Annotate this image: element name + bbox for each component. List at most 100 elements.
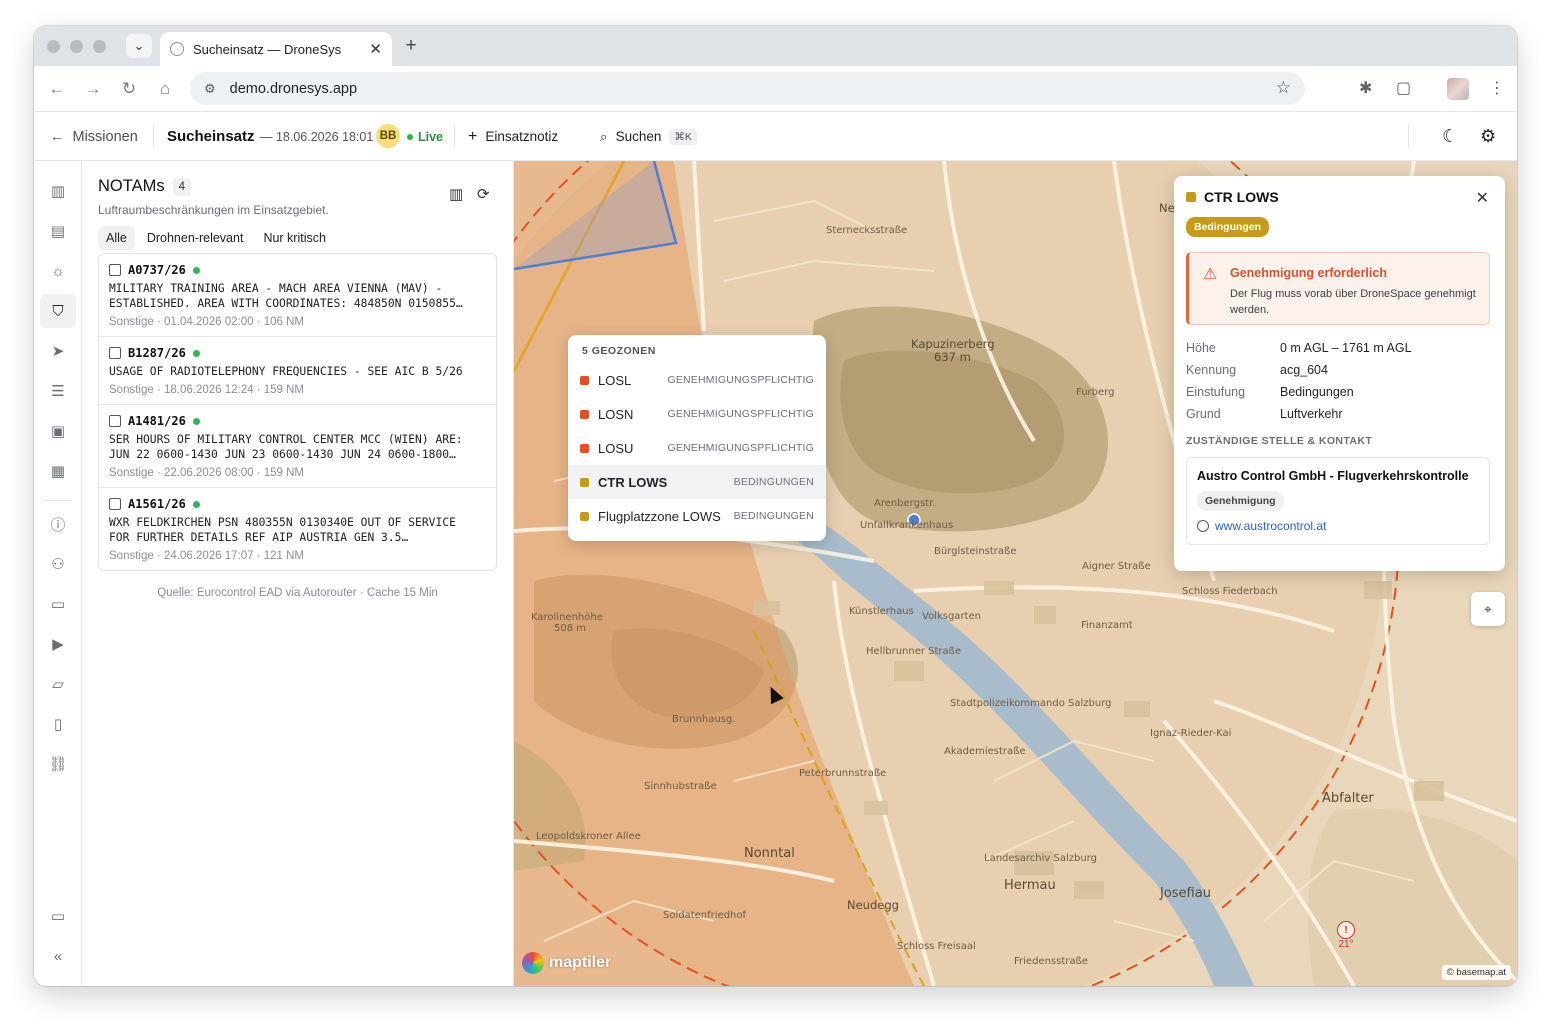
divider	[1408, 124, 1409, 148]
notam-item[interactable]: A0737/26 MILITARY TRAINING AREA - MACH A…	[99, 254, 496, 337]
filter-all[interactable]: Alle	[98, 226, 135, 250]
link-icon[interactable]: ⛓	[46, 752, 70, 776]
extension-icon[interactable]: ✱	[1359, 78, 1372, 98]
maptiler-icon	[522, 952, 544, 974]
notam-meta: Sonstige · 18.06.2026 12:24 · 159 NM	[109, 384, 304, 396]
geozone-item[interactable]: Flugplatzzone LOWS BEDINGUNGEN	[568, 499, 826, 533]
zone-title: CTR LOWS	[1204, 189, 1279, 205]
panel-title: NOTAMs 4	[98, 177, 192, 196]
users-icon[interactable]: ⚇	[46, 552, 70, 576]
map-label: Hellbrunner Straße	[866, 646, 962, 657]
refresh-icon[interactable]: ⟳	[477, 185, 490, 203]
notam-id: A1481/26	[128, 414, 186, 428]
map-icon[interactable]: ▥	[46, 179, 70, 203]
map-label: Josefiau	[1160, 886, 1211, 901]
notam-item[interactable]: A1481/26 SER HOURS OF MILITARY CONTROL C…	[99, 405, 496, 488]
property-row: Kennung acg_604	[1186, 359, 1412, 381]
map-view-icon[interactable]: ▥	[449, 185, 463, 203]
geozone-item[interactable]: LOSU GENEHMIGUNGSPFLICHTIG	[568, 431, 826, 465]
geozone-status: GENEHMIGUNGSPFLICHTIG	[667, 442, 814, 454]
star-icon[interactable]: ☆	[1276, 78, 1291, 98]
notam-list: A0737/26 MILITARY TRAINING AREA - MACH A…	[98, 253, 497, 571]
url-text: demo.dronesys.app	[229, 80, 358, 97]
location-icon: ⌖	[1484, 600, 1492, 617]
geozone-item[interactable]: CTR LOWS BEDINGUNGEN	[568, 465, 826, 499]
radio-icon[interactable]: ▤	[46, 219, 70, 243]
folder-icon[interactable]: ▱	[46, 672, 70, 696]
video-icon[interactable]: ▶	[46, 632, 70, 656]
maximize-window-button[interactable]	[93, 40, 106, 53]
website-link[interactable]: www.austrocontrol.at	[1197, 519, 1326, 533]
forward-icon[interactable]: →	[82, 78, 104, 100]
map-label: Künstlerhaus	[849, 606, 914, 617]
filter-drone-relevant[interactable]: Drohnen-relevant	[139, 226, 252, 250]
reload-icon[interactable]: ↻	[118, 78, 140, 100]
notam-item[interactable]: A1561/26 WXR FELDKIRCHEN PSN 480355N 013…	[99, 488, 496, 570]
back-to-missions-link[interactable]: ← Missionen	[50, 112, 138, 161]
geozone-item[interactable]: LOSN GENEHMIGUNGSPFLICHTIG	[568, 397, 826, 431]
map-label: Ignaz-Rieder-Kai	[1150, 728, 1232, 739]
send-icon[interactable]: ➤	[46, 339, 70, 363]
weather-icon[interactable]: ☼	[46, 259, 70, 283]
map-label: Akademiestraße	[944, 746, 1026, 757]
site-info-icon[interactable]: ⚙	[204, 81, 216, 97]
moon-icon[interactable]: ☾	[1442, 112, 1458, 161]
document-icon	[109, 415, 121, 427]
address-bar[interactable]: ⚙ demo.dronesys.app ☆	[190, 72, 1305, 105]
org-name: Austro Control GmbH - Flugverkehrskontro…	[1197, 469, 1469, 483]
tab-strip: ⌄ Sucheinsatz — DroneSys ✕ +	[34, 26, 1517, 66]
list-icon[interactable]: ☰	[46, 379, 70, 403]
card-title: CTR LOWS	[1186, 189, 1279, 205]
tab-title: Sucheinsatz — DroneSys	[193, 41, 342, 57]
map-label: Volksgarten	[922, 611, 981, 622]
zone-detail-card: CTR LOWS ✕ Bedingungen ⚠ Genehmigung erf…	[1174, 176, 1505, 571]
map-label: Abfalter	[1322, 791, 1374, 806]
add-note-button[interactable]: + Einsatznotiz	[468, 112, 558, 161]
shield-icon[interactable]: ⛉	[40, 294, 76, 328]
close-window-button[interactable]	[47, 40, 60, 53]
menu-dots-icon[interactable]: ⋮	[1489, 78, 1505, 98]
image-icon[interactable]: ▣	[46, 419, 70, 443]
back-icon[interactable]: ←	[46, 78, 68, 100]
tab-list-button[interactable]: ⌄	[126, 34, 152, 58]
geozone-item[interactable]: LOSL GENEHMIGUNGSPFLICHTIG	[568, 363, 826, 397]
notam-meta: Sonstige · 22.06.2026 08:00 · 159 NM	[109, 467, 304, 479]
location-tool-button[interactable]: ⌖	[1471, 592, 1505, 626]
collapse-icon[interactable]: «	[46, 944, 70, 968]
monitor-icon[interactable]: ▭	[46, 904, 70, 928]
map-label: Neudegg	[847, 898, 899, 912]
document-icon[interactable]: ▯	[46, 712, 70, 736]
arrow-left-icon: ←	[50, 128, 65, 145]
globe-icon	[1197, 520, 1209, 532]
user-avatar[interactable]: BB	[376, 124, 400, 148]
maptiler-logo: maptiler	[522, 952, 611, 974]
property-value: Bedingungen	[1280, 385, 1354, 399]
info-icon[interactable]: ⓘ	[46, 512, 70, 536]
notam-meta: Sonstige · 01.04.2026 02:00 · 106 NM	[109, 316, 304, 328]
close-icon[interactable]: ✕	[1476, 188, 1489, 208]
property-value: 0 m AGL – 1761 m AGL	[1280, 341, 1412, 355]
weather-marker[interactable]: ! 21°	[1337, 921, 1355, 950]
browser-tab[interactable]: Sucheinsatz — DroneSys ✕	[160, 32, 392, 66]
minimize-window-button[interactable]	[70, 40, 83, 53]
zone-color-swatch	[580, 375, 589, 385]
status-dot-icon	[192, 500, 200, 508]
id-card-icon[interactable]: ▭	[46, 592, 70, 616]
new-tab-button[interactable]: +	[400, 35, 422, 57]
website-url: www.austrocontrol.at	[1215, 519, 1327, 533]
close-icon[interactable]: ✕	[369, 40, 382, 58]
search-button[interactable]: ⌕ Suchen ⌘K	[600, 112, 697, 161]
live-indicator: Live	[407, 112, 443, 161]
map-label: Leopoldskroner Allee	[536, 831, 641, 842]
thermometer-icon: !	[1337, 921, 1355, 939]
gear-icon[interactable]: ⚙	[1480, 112, 1496, 161]
home-icon[interactable]: ⌂	[154, 78, 176, 100]
clipboard-icon[interactable]: ▦	[46, 459, 70, 483]
sidepanel-icon[interactable]: ▢	[1396, 78, 1411, 98]
filter-critical[interactable]: Nur kritisch	[255, 226, 334, 250]
geozone-name: Flugplatzzone LOWS	[598, 508, 721, 524]
profile-avatar[interactable]	[1447, 78, 1469, 100]
org-chip: Genehmigung	[1197, 491, 1284, 511]
notam-item[interactable]: B1287/26 USAGE OF RADIOTELEPHONY FREQUEN…	[99, 337, 496, 405]
map-attribution[interactable]: © basemap.at	[1441, 965, 1511, 980]
